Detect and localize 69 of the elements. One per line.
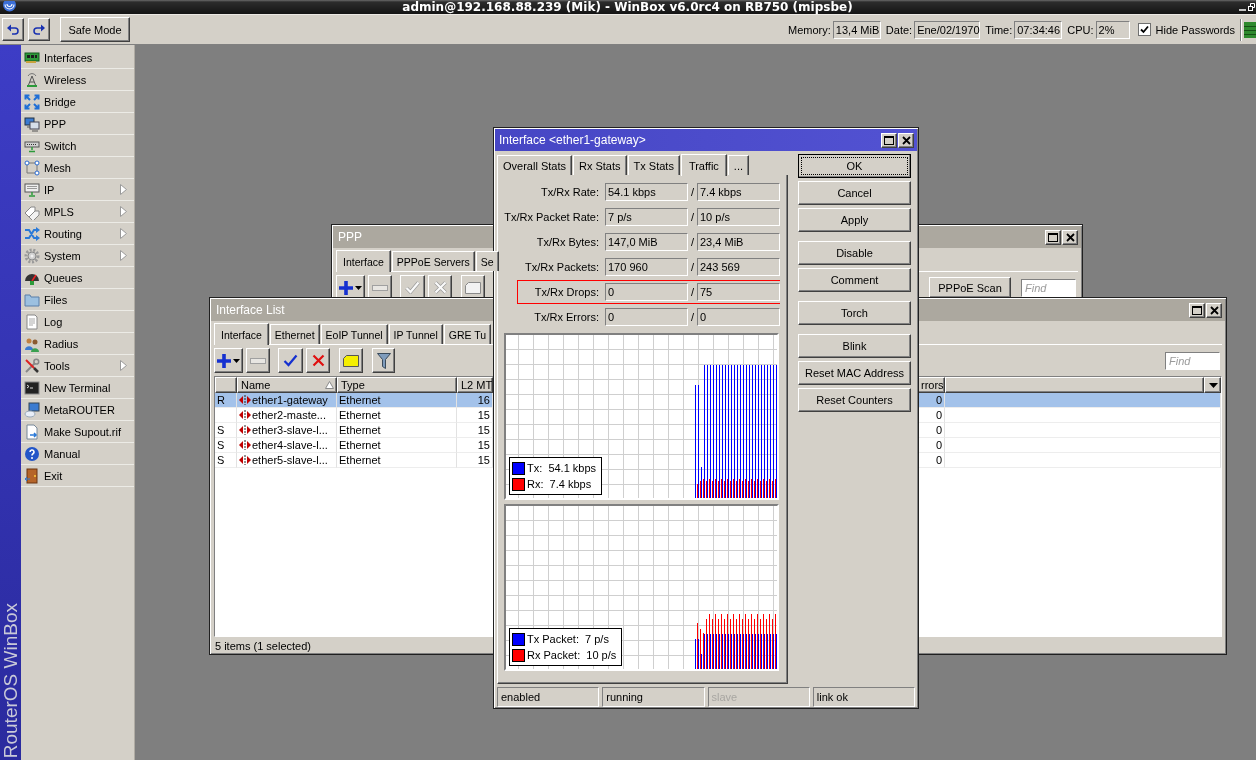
table-cell: ether4-slave-l... xyxy=(252,438,328,452)
stat-field: 243 569 xyxy=(697,258,780,276)
status-cell: link ok xyxy=(812,687,915,707)
table-cell: 0 xyxy=(935,408,942,422)
table-cell: Ethernet xyxy=(339,393,381,407)
stat-field: 07:34:46 xyxy=(1014,20,1063,39)
status-cell: running xyxy=(602,687,705,707)
stat-field: 10 p/s xyxy=(697,208,780,226)
legend-text: Tx: 54.1 kbps xyxy=(527,462,597,474)
table-cell: Ethernet xyxy=(339,453,381,467)
stat-field: 0 xyxy=(605,283,688,301)
brand-text: RouterOS WinBox xyxy=(0,602,21,758)
stat-field: 0 xyxy=(605,308,688,326)
table-cell: 16 xyxy=(477,393,490,407)
stat-label: Date: xyxy=(885,23,913,36)
table-cell: ether3-slave-l... xyxy=(252,423,328,437)
table-cell: 0 xyxy=(935,393,942,407)
window-title: admin@192.168.88.239 (Mik) - WinBox v6.0rc4 on RB750 (mipsbe) xyxy=(402,0,853,14)
legend-text: Tx Packet: 7 p/s xyxy=(527,633,609,645)
stat-field: 13,4 MiB xyxy=(832,20,881,39)
table-cell: S xyxy=(217,423,225,437)
table-cell: 15 xyxy=(477,453,490,467)
stat-field: 54.1 kbps xyxy=(605,183,688,201)
separator: / xyxy=(689,286,696,298)
stat-label: Tx/Rx Rate: xyxy=(540,186,599,198)
table-cell: Ethernet xyxy=(339,423,381,437)
stat-field: 2% xyxy=(1095,20,1130,39)
stat-label: Tx/Rx Packets: xyxy=(525,261,599,273)
table-cell: 0 xyxy=(935,438,942,452)
legend-text: Rx: 7.4 kbps xyxy=(527,478,592,490)
stat-field: 147,0 MiB xyxy=(605,233,688,251)
stat-label: Time: xyxy=(985,23,1013,36)
stat-field: Ene/02/1970 xyxy=(914,20,981,39)
separator: / xyxy=(689,236,696,248)
stat-label: CPU: xyxy=(1067,23,1094,36)
stat-field: 170 960 xyxy=(605,258,688,276)
table-cell: R xyxy=(217,393,225,407)
table-cell: 15 xyxy=(477,423,490,437)
legend-text: Rx Packet: 10 p/s xyxy=(527,649,617,661)
stat-field: 7 p/s xyxy=(605,208,688,226)
stat-field: 0 xyxy=(697,308,780,326)
table-cell: Ethernet xyxy=(339,438,381,452)
status-cell: enabled xyxy=(497,687,600,707)
table-cell: S xyxy=(217,453,225,467)
stat-field: 7.4 kbps xyxy=(697,183,780,201)
separator: / xyxy=(689,311,696,323)
window-title: Interface List xyxy=(216,303,285,317)
table-cell: Ethernet xyxy=(339,408,381,422)
window-title: Interface <ether1-gateway> xyxy=(499,133,646,147)
separator: / xyxy=(689,186,696,198)
table-cell: 15 xyxy=(477,438,490,452)
stat-label: Tx/Rx Packet Rate: xyxy=(504,211,599,223)
separator: / xyxy=(689,261,696,273)
table-cell: 0 xyxy=(935,423,942,437)
separator: / xyxy=(689,211,696,223)
table-cell: ether1-gateway xyxy=(252,393,328,407)
stat-label: Memory: xyxy=(788,23,831,36)
status-text: 5 items (1 selected) xyxy=(214,639,311,653)
table-cell: ether2-maste... xyxy=(252,408,326,422)
stat-label: Tx/Rx Errors: xyxy=(534,311,599,323)
table-cell: ether5-slave-l... xyxy=(252,453,328,467)
table-cell: S xyxy=(217,438,225,452)
stat-label: Tx/Rx Bytes: xyxy=(536,236,599,248)
stat-label: Tx/Rx Drops: xyxy=(534,286,599,298)
table-cell: 15 xyxy=(477,408,490,422)
stat-field: 75 xyxy=(697,283,780,301)
table-cell: 0 xyxy=(935,453,942,467)
window-title: PPP xyxy=(338,230,362,244)
stat-field: 23,4 MiB xyxy=(697,233,780,251)
